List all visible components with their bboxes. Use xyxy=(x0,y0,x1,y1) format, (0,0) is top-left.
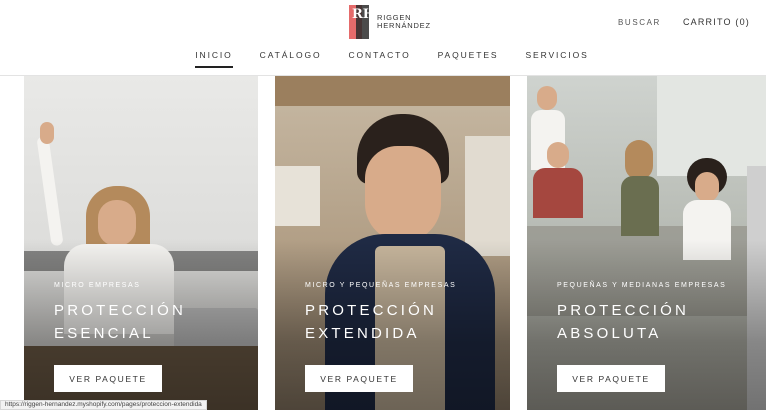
card-kicker: MICRO Y PEQUEÑAS EMPRESAS xyxy=(305,282,457,289)
search-link[interactable]: BUSCAR xyxy=(618,18,661,27)
card-title-line-2: ABSOLUTA xyxy=(557,325,662,342)
card-title-line-1: PROTECCIÓN xyxy=(557,302,690,319)
package-card-esencial[interactable]: MICRO EMPRESAS PROTECCIÓN ESENCIAL VER P… xyxy=(24,76,258,410)
card-text: MICRO EMPRESAS PROTECCIÓN ESENCIAL xyxy=(54,282,186,345)
cart-link[interactable]: CARRITO (0) xyxy=(683,17,750,27)
card-text: MICRO Y PEQUEÑAS EMPRESAS PROTECCIÓN EXT… xyxy=(305,282,456,345)
header-actions: BUSCAR CARRITO (0) xyxy=(618,17,750,27)
card-title-line-2: EXTENDIDA xyxy=(305,325,420,342)
nav-item-servicios[interactable]: SERVICIOS xyxy=(525,50,588,68)
card-title-line-2: ESENCIAL xyxy=(54,325,154,342)
view-package-button[interactable]: VER PAQUETE xyxy=(557,365,665,392)
logo-line-2: HERNÁNDEZ xyxy=(377,21,431,30)
card-kicker: MICRO EMPRESAS xyxy=(54,282,141,289)
nav-item-contacto[interactable]: CONTACTO xyxy=(348,50,410,68)
package-card-absoluta[interactable]: PEQUEÑAS Y MEDIANAS EMPRESAS PROTECCIÓN … xyxy=(527,76,766,410)
card-title-line-1: PROTECCIÓN xyxy=(54,302,187,319)
card-kicker: PEQUEÑAS Y MEDIANAS EMPRESAS xyxy=(557,282,727,289)
nav-item-paquetes[interactable]: PAQUETES xyxy=(438,50,499,68)
view-package-button[interactable]: VER PAQUETE xyxy=(305,365,413,392)
main-nav: INICIO CATÁLOGO CONTACTO PAQUETES SERVIC… xyxy=(0,50,766,68)
card-title-line-1: PROTECCIÓN xyxy=(305,302,438,319)
card-text: PEQUEÑAS Y MEDIANAS EMPRESAS PROTECCIÓN … xyxy=(557,282,726,345)
nav-item-catalogo[interactable]: CATÁLOGO xyxy=(260,50,322,68)
nav-item-inicio[interactable]: INICIO xyxy=(195,50,234,68)
logo-wordmark: RIGGEN HERNÁNDEZ xyxy=(377,14,431,30)
view-package-button[interactable]: VER PAQUETE xyxy=(54,365,162,392)
package-card-extendida[interactable]: MICRO Y PEQUEÑAS EMPRESAS PROTECCIÓN EXT… xyxy=(275,76,510,410)
logo-mark-icon: RH xyxy=(349,5,375,39)
brand-logo[interactable]: RH RIGGEN HERNÁNDEZ xyxy=(349,5,431,39)
link-status-url: https://riggen-hernandez.myshopify.com/p… xyxy=(0,400,207,410)
site-header: RH RIGGEN HERNÁNDEZ BUSCAR CARRITO (0) I… xyxy=(0,0,766,76)
